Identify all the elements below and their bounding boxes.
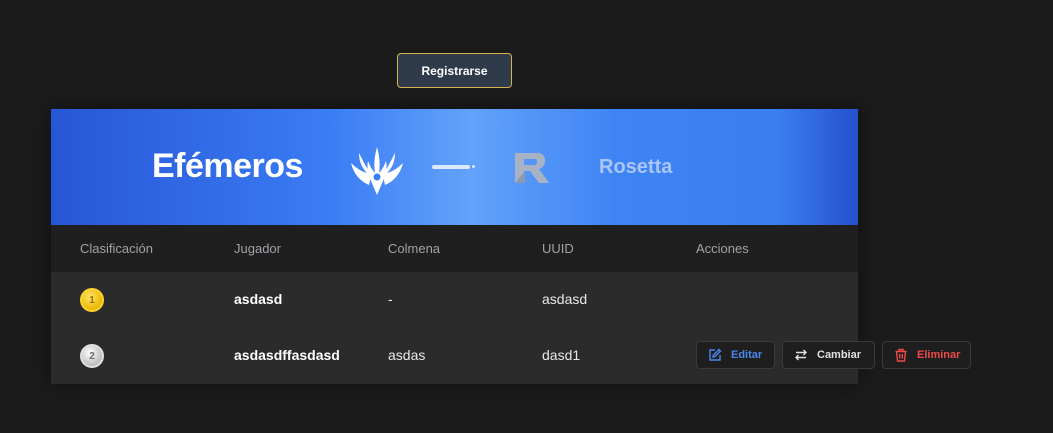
player-name: asdasdffasdasd (234, 347, 340, 363)
match-banner: Efémeros Rosetta (51, 109, 858, 225)
column-rank: Clasificación (80, 241, 153, 256)
swap-arrows-icon (795, 349, 807, 361)
edit-label: Editar (731, 349, 763, 361)
swap-label: Cambiar (817, 349, 862, 361)
team-name: Efémeros (152, 147, 303, 185)
register-button[interactable]: Registrarse (397, 53, 512, 88)
vs-divider-dot (472, 165, 475, 168)
edit-icon (709, 348, 722, 361)
column-uuid: UUID (542, 241, 574, 256)
player-uuid: dasd1 (542, 347, 581, 363)
rank-medal-gold: 1 (80, 288, 104, 312)
delete-button[interactable]: Eliminar (882, 341, 971, 369)
table-row: 1 asdasd - asdasd (51, 272, 858, 328)
opponent-name: Rosetta (599, 156, 673, 178)
hive-name: - (388, 291, 393, 307)
player-uuid: asdasd (542, 291, 588, 307)
column-hive: Colmena (388, 241, 441, 256)
swap-button[interactable]: Cambiar (782, 341, 875, 369)
team-logo-icon (351, 147, 403, 195)
hive-name: asdas (388, 347, 426, 363)
opponent-logo-icon (515, 153, 549, 183)
trash-icon (895, 348, 907, 362)
delete-label: Eliminar (917, 349, 961, 361)
column-player: Jugador (234, 241, 281, 256)
edit-button[interactable]: Editar (696, 341, 775, 369)
vs-divider (432, 165, 470, 169)
table-header: Clasificación Jugador Colmena UUID Accio… (51, 225, 858, 272)
player-name: asdasd (234, 291, 283, 307)
column-actions: Acciones (696, 241, 749, 256)
rank-medal-silver: 2 (80, 344, 104, 368)
